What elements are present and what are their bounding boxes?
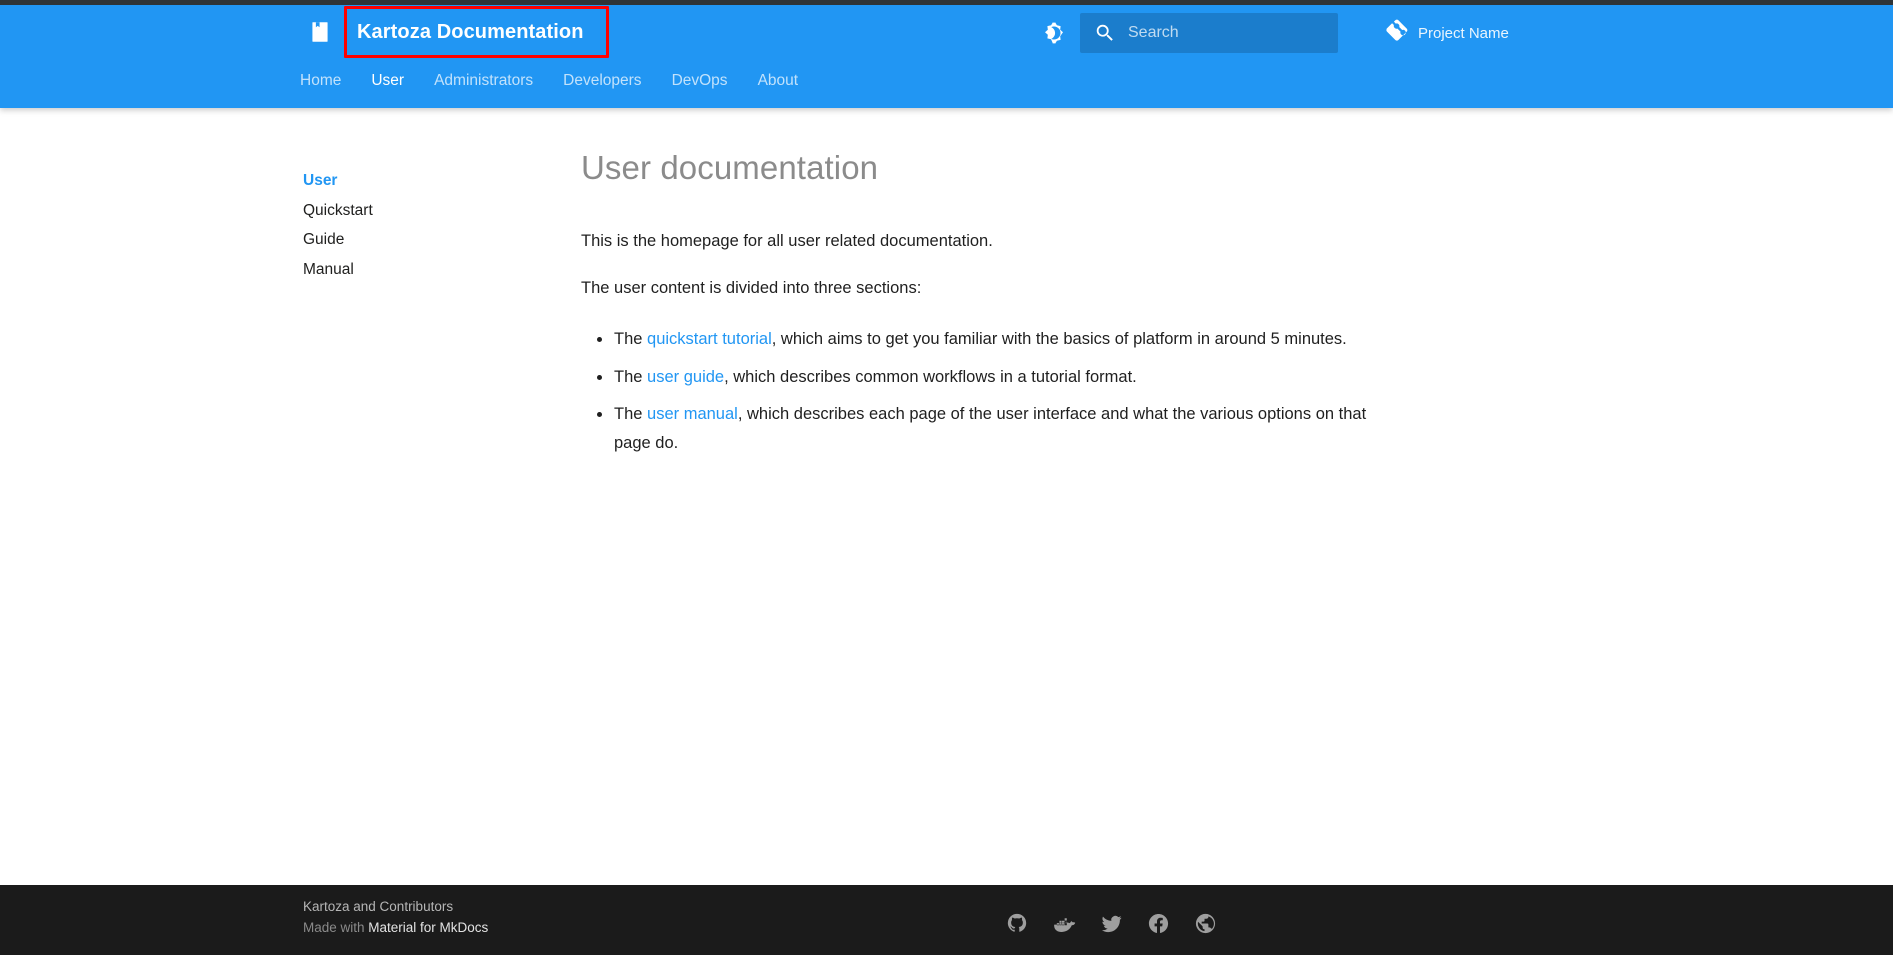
- tab-administrators[interactable]: Administrators: [434, 71, 533, 91]
- user-guide-link[interactable]: user guide: [647, 368, 724, 386]
- repository-name: Project Name: [1418, 24, 1509, 42]
- bullet-suffix-text: , which describes common workflows in a …: [724, 367, 1137, 386]
- github-icon[interactable]: [1005, 911, 1029, 935]
- tab-developers[interactable]: Developers: [563, 71, 641, 91]
- git-repository-icon: [1383, 18, 1409, 49]
- tab-user[interactable]: User: [371, 71, 404, 91]
- bullet-suffix-text: , which aims to get you familiar with th…: [771, 330, 1347, 348]
- tab-home[interactable]: Home: [300, 71, 341, 91]
- globe-icon[interactable]: [1193, 911, 1217, 935]
- sidebar-navigation: User Quickstart Guide Manual: [303, 166, 543, 284]
- footer-copyright: Kartoza and Contributors: [303, 899, 454, 914]
- search-input[interactable]: [1128, 13, 1333, 53]
- sections-paragraph: The user content is divided into three s…: [581, 279, 922, 297]
- repository-link[interactable]: Project Name: [1383, 18, 1509, 48]
- footer-text-block: Kartoza and Contributors Made with Mater…: [303, 896, 488, 938]
- search-box[interactable]: [1080, 13, 1338, 53]
- page-body: User Quickstart Guide Manual User docume…: [0, 108, 1893, 883]
- tab-about[interactable]: About: [758, 71, 799, 91]
- intro-paragraph: This is the homepage for all user relate…: [581, 232, 993, 250]
- book-bookmark-icon[interactable]: [306, 18, 334, 46]
- sections-list: The quickstart tutorial, which aims to g…: [581, 325, 1381, 457]
- facebook-icon[interactable]: [1146, 911, 1170, 935]
- brightness-dark-mode-icon[interactable]: [1040, 19, 1068, 47]
- bullet-prefix-text: The: [614, 367, 648, 386]
- header-top-bar: Kartoza Documentation Project Name: [0, 5, 1893, 61]
- user-manual-link[interactable]: user manual: [647, 405, 738, 423]
- bullet-prefix-text: The: [614, 405, 648, 423]
- site-footer: Kartoza and Contributors Made with Mater…: [0, 885, 1893, 955]
- list-item: The user guide, which describes common w…: [581, 363, 1381, 392]
- footer-made-with: Made with Material for MkDocs: [303, 917, 488, 938]
- page-title: User documentation: [581, 149, 879, 186]
- twitter-icon[interactable]: [1099, 911, 1123, 935]
- quickstart-tutorial-link[interactable]: quickstart tutorial: [647, 330, 772, 348]
- site-title[interactable]: Kartoza Documentation: [357, 19, 584, 45]
- docker-icon[interactable]: [1052, 911, 1076, 935]
- search-icon: [1094, 22, 1116, 44]
- sidebar-item-manual[interactable]: Manual: [303, 255, 543, 285]
- sidebar-item-user[interactable]: User: [303, 166, 543, 196]
- footer-made-with-prefix: Made with: [303, 920, 369, 935]
- tab-devops[interactable]: DevOps: [672, 71, 728, 91]
- main-article: User documentation This is the homepage …: [581, 146, 1381, 466]
- bullet-prefix-text: The: [614, 330, 648, 348]
- footer-social-links: [1005, 911, 1217, 935]
- sidebar-item-quickstart[interactable]: Quickstart: [303, 196, 543, 226]
- sidebar-item-guide[interactable]: Guide: [303, 225, 543, 255]
- list-item: The quickstart tutorial, which aims to g…: [581, 325, 1381, 354]
- site-header: Kartoza Documentation Project Name: [0, 5, 1893, 108]
- list-item: The user manual, which describes each pa…: [581, 400, 1381, 457]
- material-for-mkdocs-link[interactable]: Material for MkDocs: [368, 920, 488, 935]
- browser-top-strip: [0, 0, 1893, 5]
- header-tabs: Home User Administrators Developers DevO…: [300, 71, 828, 109]
